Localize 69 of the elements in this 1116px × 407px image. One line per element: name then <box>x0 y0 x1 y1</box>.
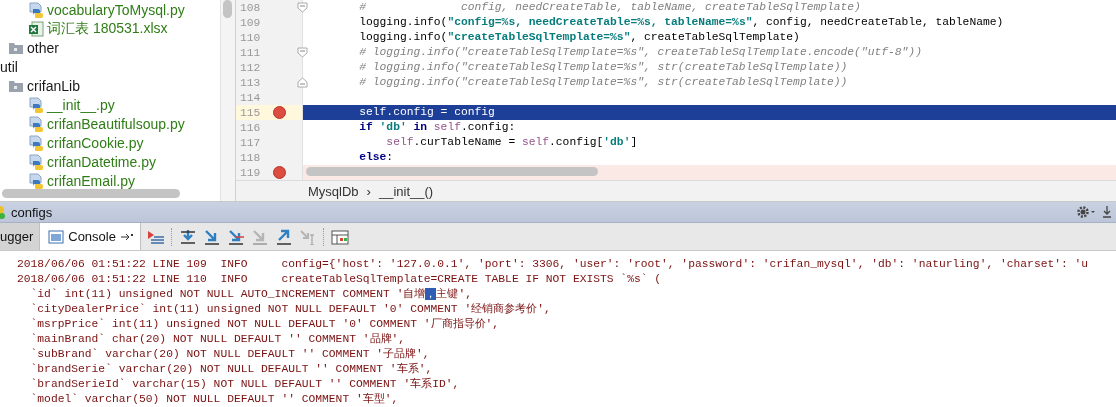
line-number: 117 <box>239 136 262 149</box>
spreadsheet-file-icon <box>28 20 44 37</box>
line-number: 113 <box>239 76 262 89</box>
tree-item[interactable]: crifanBeautifulsoup.py <box>0 114 220 133</box>
code-line: self.curTableName = self.config['db'] <box>385 135 639 150</box>
breadcrumb-separator: › <box>366 183 371 199</box>
breakpoint-icon[interactable] <box>273 166 286 179</box>
tree-item[interactable]: other <box>0 38 220 57</box>
console-text: `msrpPrice` int(11) unsigned NOT NULL DEFAULT '0' COMMENT '厂商指导价', <box>29 318 500 330</box>
table-icon[interactable] <box>330 228 349 245</box>
console-text: 2018/06/06 01:51:22 LINE 109 INFO config={'host': '127.0.0.1', 'port': 3306, 'user': 'root', 'password': 'crifan_mysql', 'db': 'naturling', 'charset': 'u <box>17 258 1089 270</box>
line-number: 114 <box>239 91 262 104</box>
scrollbar-thumb[interactable] <box>223 0 232 18</box>
breadcrumb-item[interactable]: MysqlDb <box>308 183 359 199</box>
code-line: # config, needCreateTable, tableName, createTableSqlTemplate) <box>358 0 862 15</box>
console-text: `cityDealerPrice` int(11) unsigned NOT NULL DEFAULT '0' COMMENT '经销商参考价', <box>29 303 551 315</box>
tree-item[interactable]: crifanEmail.py <box>0 171 220 190</box>
step-into-icon[interactable] <box>202 228 221 245</box>
scrollbar-thumb[interactable] <box>2 189 180 198</box>
settings-icon[interactable] <box>1076 205 1096 219</box>
python-file-icon <box>28 134 44 151</box>
step-into-my-code-icon[interactable] <box>226 228 245 245</box>
tree-item[interactable]: crifanLib <box>0 76 220 95</box>
tree-item[interactable]: util <box>0 57 220 76</box>
console-text: 主键', <box>436 288 472 300</box>
line-number: 119 <box>239 166 262 179</box>
tool-window-title: configs <box>11 204 53 220</box>
console-icon <box>48 228 65 245</box>
python-file-icon <box>28 153 44 170</box>
python-file-icon <box>28 1 44 18</box>
console-text: `id` int(11) unsigned NOT NULL AUTO_INCREMENT COMMENT '自增 <box>29 288 426 300</box>
line-number: 111 <box>239 46 262 59</box>
code-line: # logging.info("createTableSqlTemplate=%s", createTableSqlTemplate.encode("utf-8")) <box>358 45 923 60</box>
python-file-icon <box>28 172 44 189</box>
tree-item[interactable]: __init__.py <box>0 95 220 114</box>
tree-item[interactable]: crifanCookie.py <box>0 133 220 152</box>
python-file-icon <box>28 115 44 132</box>
tree-item[interactable]: 词汇表 180531.xlsx <box>0 19 220 38</box>
tab[interactable]: Console <box>40 223 141 250</box>
line-number: 109 <box>239 16 262 29</box>
line-number: 115 <box>239 106 262 119</box>
step-over-icon[interactable] <box>178 228 197 245</box>
tree-item[interactable]: vocabularyToMysql.py <box>0 0 220 19</box>
line-number: 112 <box>239 61 262 74</box>
show-execution-point-icon[interactable] <box>146 228 165 245</box>
code-line: else: <box>358 150 395 165</box>
line-number: 118 <box>239 151 262 164</box>
console-text: `model` varchar(50) NOT NULL DEFAULT '' COMMENT '车型', <box>29 393 399 405</box>
line-number: 108 <box>239 1 262 14</box>
console-text: `subBrand` varchar(20) NOT NULL DEFAULT '' COMMENT '子品牌', <box>29 348 430 360</box>
code-line: logging.info("createTableSqlTemplate=%s", createTableSqlTemplate) <box>358 30 801 45</box>
python-file-icon <box>28 96 44 113</box>
code-line: # logging.info("createTableSqlTemplate=%s", str(createTableSqlTemplate)) <box>358 75 849 90</box>
step-out-icon[interactable] <box>274 228 293 245</box>
code-line: # logging.info("createTableSqlTemplate=%s", str(createTableSqlTemplate)) <box>358 60 849 75</box>
breakpoint-icon[interactable] <box>273 106 286 119</box>
console-text: 2018/06/06 01:51:22 LINE 110 INFO createTableSqlTemplate=CREATE TABLE IF NOT EXISTS `%s` ( <box>17 273 662 285</box>
code-line: logging.info("config=%s, needCreateTable=%s, tableName=%s", config, needCreateTable, tableName) <box>358 15 1005 30</box>
line-number: 110 <box>239 31 262 44</box>
console-text: `brandSerieId` varchar(15) NOT NULL DEFAULT '' COMMENT '车系ID', <box>29 378 460 390</box>
code-line: if 'db' in self.config: <box>358 120 517 135</box>
line-number: 116 <box>239 121 262 134</box>
scrollbar-thumb[interactable] <box>306 167 598 176</box>
tab[interactable]: ugger <box>0 223 41 250</box>
console-text: `mainBrand` char(20) NOT NULL DEFAULT '' COMMENT '品牌', <box>29 333 406 345</box>
breadcrumb-item[interactable]: __init__() <box>378 183 434 199</box>
tree-item[interactable]: crifanDatetime.py <box>0 152 220 171</box>
selected-text: ， <box>425 288 437 300</box>
console-text: `brandSerie` varchar(20) NOT NULL DEFAULT '' COMMENT '车系', <box>29 363 433 375</box>
